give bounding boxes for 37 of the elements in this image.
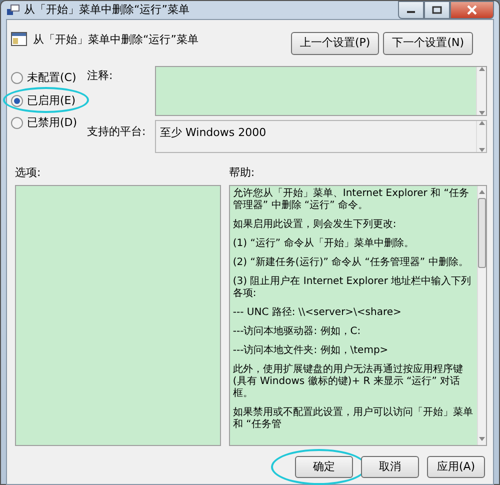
comment-label: 注释: bbox=[87, 68, 114, 84]
scroll-up-icon[interactable] bbox=[478, 67, 484, 71]
radio-label: 已启用(E) bbox=[27, 92, 76, 108]
dialog-button[interactable]: 取消 bbox=[361, 456, 419, 478]
dialog-button[interactable]: 确定 bbox=[295, 456, 353, 478]
nav-button[interactable]: 上一个设置(P) bbox=[291, 32, 380, 54]
options-label: 选项: bbox=[15, 165, 42, 181]
scroll-up-icon[interactable] bbox=[479, 190, 485, 194]
scroll-up-icon[interactable] bbox=[478, 121, 484, 125]
platform-label: 支持的平台: bbox=[87, 124, 147, 140]
scroll-down-icon[interactable] bbox=[478, 111, 484, 115]
policy-title: 从「开始」菜单中删除“运行”菜单 bbox=[33, 32, 200, 48]
scrollbar[interactable] bbox=[477, 186, 486, 445]
maximize-icon bbox=[432, 6, 442, 14]
radio-button[interactable] bbox=[11, 72, 23, 84]
maximize-button[interactable] bbox=[424, 1, 450, 19]
policy-icon bbox=[11, 32, 27, 46]
scrollbar[interactable] bbox=[476, 121, 486, 152]
scrollbar[interactable] bbox=[476, 67, 486, 115]
platform-text: 至少 Windows 2000 bbox=[159, 125, 268, 141]
minimize-button[interactable] bbox=[398, 1, 424, 19]
radio-label: 未配置(C) bbox=[27, 70, 76, 86]
scroll-down-icon[interactable] bbox=[478, 148, 484, 152]
window-title: 从「开始」菜单中删除“运行”菜单 bbox=[24, 2, 190, 18]
nav-button[interactable]: 下一个设置(N) bbox=[383, 32, 474, 54]
help-label: 帮助: bbox=[228, 165, 256, 181]
scroll-thumb[interactable] bbox=[478, 198, 486, 268]
radio-button[interactable] bbox=[11, 94, 23, 107]
close-icon bbox=[466, 5, 478, 15]
scroll-down-icon[interactable] bbox=[479, 437, 485, 441]
radio-button[interactable] bbox=[11, 117, 23, 130]
dialog-button[interactable]: 应用(A) bbox=[427, 456, 485, 478]
comment-field[interactable] bbox=[155, 66, 487, 116]
help-panel: 允许您从「开始」菜单、Internet Explorer 和 “任务管理器” 中删除 “运行” 命令。 如果启用此设置，则会发生下列更改: (1) “运行” 命令从「开始」菜单中删除。 (2) “新建任务(运行)” 命令从 “任务管理器” 中删除。 (3) 阻止用户在 Internet Explorer 地址栏中输入下列各项: --- UNC 路径: \\<server>\<share> ---访问本地驱动器: 例如，C: ---访问本地文件夹: 例如，\temp> 此外，使用扩展键盘的用户无法再通过按应用程序键(具有 Windows 徽标的键)+ R 来显示 “运行” 对话框。 如果禁用或不配置此设置，用户可以访问「开始」菜单和 “任务管 bbox=[230, 186, 477, 445]
app-icon bbox=[6, 3, 20, 17]
radio-label: 已禁用(D) bbox=[27, 115, 78, 131]
close-button[interactable] bbox=[450, 1, 494, 19]
